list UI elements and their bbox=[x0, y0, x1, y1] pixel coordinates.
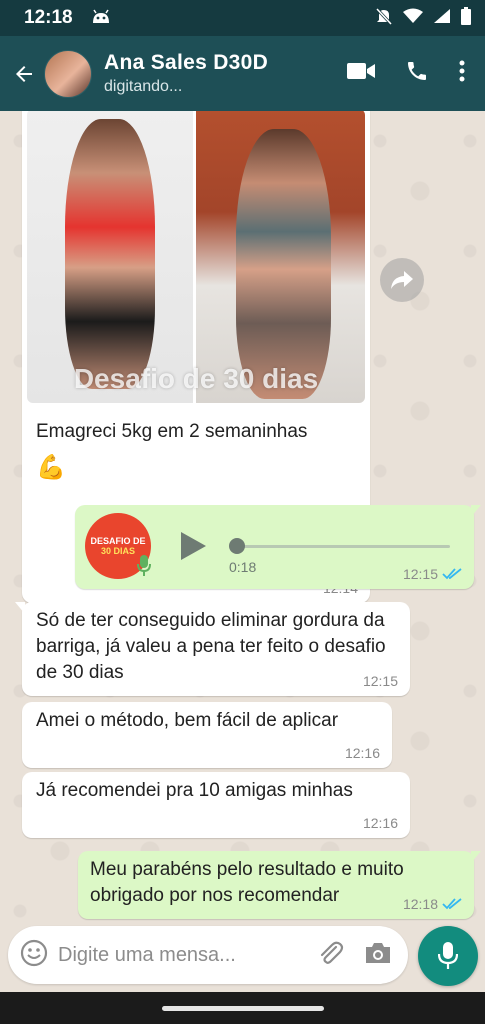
flexed-biceps-emoji: 💪 bbox=[36, 454, 66, 481]
message-text: Meu parabéns pelo resultado e muito obri… bbox=[90, 859, 404, 906]
attach-button[interactable] bbox=[316, 939, 344, 972]
message-time: 12:15 bbox=[362, 673, 398, 689]
home-gesture-handle[interactable] bbox=[162, 1006, 324, 1011]
incoming-message[interactable]: Já recomendei pra 10 amigas minhas 12:16 bbox=[22, 772, 410, 838]
before-after-photo[interactable]: Desafio de 30 dias bbox=[27, 111, 365, 403]
contact-info[interactable]: Ana Sales D30D digitando... bbox=[104, 51, 268, 96]
read-ticks-icon bbox=[442, 898, 462, 910]
read-ticks-icon bbox=[442, 568, 462, 580]
message-time: 12:18 bbox=[402, 896, 438, 912]
record-voice-button[interactable] bbox=[418, 926, 478, 986]
play-button[interactable] bbox=[179, 531, 207, 566]
message-text: Só de ter conseguido eliminar gordura da… bbox=[36, 610, 386, 683]
message-text: Já recomendei pra 10 amigas minhas bbox=[36, 780, 353, 801]
photo-before bbox=[27, 111, 193, 403]
photo-after bbox=[196, 111, 365, 403]
mute-icon bbox=[375, 7, 393, 30]
incoming-message[interactable]: Só de ter conseguido eliminar gordura da… bbox=[15, 602, 410, 696]
incoming-message[interactable]: Amei o método, bem fácil de aplicar 12:1… bbox=[22, 702, 392, 768]
status-bar: 12:18 bbox=[0, 0, 485, 36]
contact-status: digitando... bbox=[104, 78, 183, 95]
audio-progress-track[interactable] bbox=[235, 545, 450, 548]
video-camera-icon bbox=[347, 63, 375, 79]
android-icon bbox=[91, 8, 111, 29]
message-text: Amei o método, bem fácil de aplicar bbox=[36, 710, 339, 731]
microphone-icon bbox=[438, 942, 458, 969]
paperclip-icon bbox=[320, 941, 344, 964]
message-time: 12:16 bbox=[344, 745, 380, 761]
forward-button[interactable] bbox=[380, 258, 424, 302]
mic-indicator-icon bbox=[137, 555, 151, 582]
chat-header: Ana Sales D30D digitando... bbox=[0, 36, 485, 111]
contact-name: Ana Sales D30D bbox=[104, 51, 269, 74]
camera-icon bbox=[366, 942, 390, 963]
emoji-button[interactable] bbox=[20, 939, 48, 972]
photo-watermark: Desafio de 30 dias bbox=[73, 363, 319, 394]
back-arrow-icon bbox=[16, 65, 32, 82]
phone-icon bbox=[408, 62, 426, 80]
video-call-button[interactable] bbox=[347, 61, 375, 86]
battery-icon bbox=[461, 6, 471, 30]
more-vertical-icon bbox=[459, 60, 465, 82]
image-caption: Emagreci 5kg em 2 semaninhas bbox=[36, 421, 308, 442]
outgoing-message[interactable]: Meu parabéns pelo resultado e muito obri… bbox=[78, 851, 481, 919]
wifi-icon bbox=[403, 8, 423, 29]
message-time: 12:16 bbox=[362, 815, 398, 831]
voice-call-button[interactable] bbox=[405, 59, 429, 88]
message-time: 12:15 bbox=[402, 566, 438, 582]
voice-message[interactable]: DESAFIO DE 30 DIAS 0:18 12:15 bbox=[75, 505, 481, 589]
back-button[interactable] bbox=[4, 54, 44, 94]
navigation-bar bbox=[0, 992, 485, 1024]
forward-icon bbox=[391, 271, 413, 289]
thumbnail-text-line1: DESAFIO DE bbox=[90, 536, 146, 546]
audio-duration: 0:18 bbox=[229, 559, 257, 575]
contact-avatar[interactable] bbox=[44, 49, 92, 98]
thumbnail-text-line2: 30 DIAS bbox=[100, 546, 135, 556]
composer: Digite uma mensa... bbox=[0, 926, 485, 990]
menu-button[interactable] bbox=[459, 60, 465, 87]
camera-button[interactable] bbox=[364, 941, 392, 970]
signal-icon bbox=[433, 8, 451, 29]
audio-progress-handle[interactable] bbox=[229, 538, 245, 554]
status-time: 12:18 bbox=[24, 7, 73, 28]
play-icon bbox=[181, 532, 206, 560]
message-input[interactable]: Digite uma mensa... bbox=[8, 926, 408, 984]
chat-area[interactable]: Desafio de 30 dias Emagreci 5kg em 2 sem… bbox=[0, 111, 485, 926]
smiley-icon bbox=[20, 939, 48, 966]
message-placeholder: Digite uma mensa... bbox=[58, 943, 236, 966]
